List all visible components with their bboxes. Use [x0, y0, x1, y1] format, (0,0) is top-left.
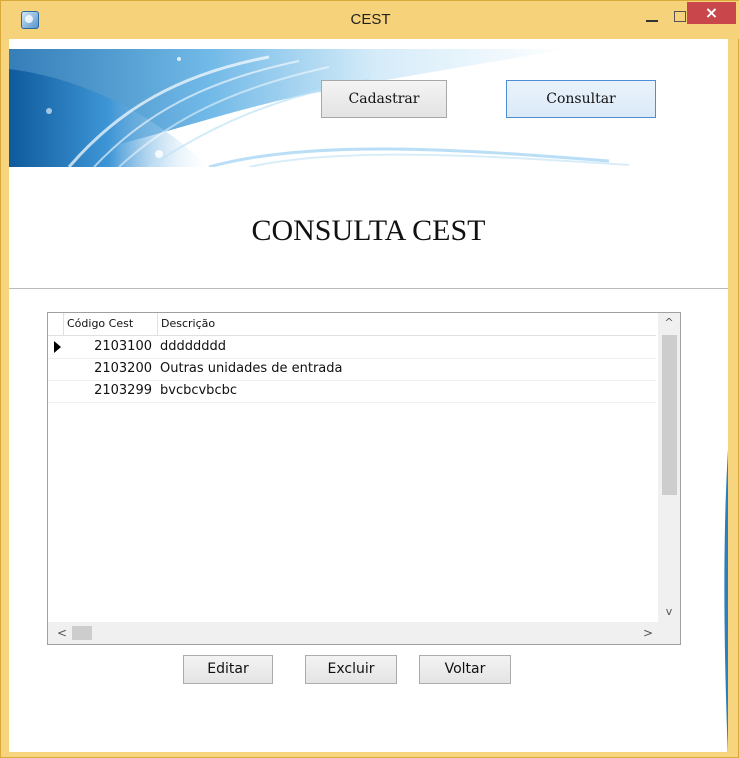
scroll-down-icon[interactable]: v [658, 602, 680, 622]
editar-button[interactable]: Editar [183, 655, 273, 684]
grid-header: Código Cest Descrição [48, 313, 656, 336]
vertical-scrollbar[interactable]: ^ v [658, 313, 680, 622]
cell-codigo[interactable]: 2103200 [64, 358, 156, 380]
table-row[interactable]: 2103100 dddddddd [48, 336, 656, 359]
voltar-button[interactable]: Voltar [419, 655, 511, 684]
title-bar[interactable]: CEST × [1, 1, 739, 39]
row-indicator [48, 358, 64, 380]
row-header-corner [48, 313, 64, 335]
table-row[interactable]: 2103299 bvcbcvbcbc [48, 380, 656, 403]
cell-descricao[interactable]: bvcbcvbcbc [158, 380, 650, 402]
column-header-descricao[interactable]: Descrição [158, 313, 656, 335]
close-button[interactable]: × [687, 2, 736, 24]
header-banner: Cadastrar Consultar [9, 39, 728, 167]
cell-descricao[interactable]: dddddddd [158, 336, 650, 358]
consultar-button[interactable]: Consultar [506, 80, 656, 118]
horizontal-scroll-thumb[interactable] [72, 626, 92, 640]
divider [9, 288, 728, 289]
cell-codigo[interactable]: 2103299 [64, 380, 156, 402]
window-title: CEST [350, 11, 391, 28]
scroll-up-icon[interactable]: ^ [658, 313, 680, 333]
client-area: Cadastrar Consultar CONSULTA CEST Código… [9, 39, 728, 752]
row-indicator [48, 380, 64, 402]
excluir-button[interactable]: Excluir [305, 655, 397, 684]
table-row[interactable]: 2103200 Outras unidades de entrada [48, 358, 656, 381]
column-header-codigo[interactable]: Código Cest [64, 313, 158, 335]
current-row-indicator-icon [48, 336, 64, 358]
scroll-right-icon[interactable]: > [638, 622, 658, 644]
cell-codigo[interactable]: 2103100 [64, 336, 156, 358]
app-window: CEST × Cadastrar Consultar CONSULTA CEST… [0, 0, 739, 758]
page-title: CONSULTA CEST [251, 214, 486, 247]
minimize-button[interactable] [641, 9, 665, 27]
cell-descricao[interactable]: Outras unidades de entrada [158, 358, 650, 380]
scroll-left-icon[interactable]: < [52, 622, 72, 644]
cadastrar-button[interactable]: Cadastrar [321, 80, 447, 118]
right-edge-swoosh [724, 449, 728, 752]
horizontal-scrollbar[interactable]: < > [48, 622, 680, 644]
vertical-scroll-thumb[interactable] [662, 335, 677, 495]
cest-data-grid[interactable]: Código Cest Descrição 2103100 dddddddd 2… [47, 312, 681, 645]
